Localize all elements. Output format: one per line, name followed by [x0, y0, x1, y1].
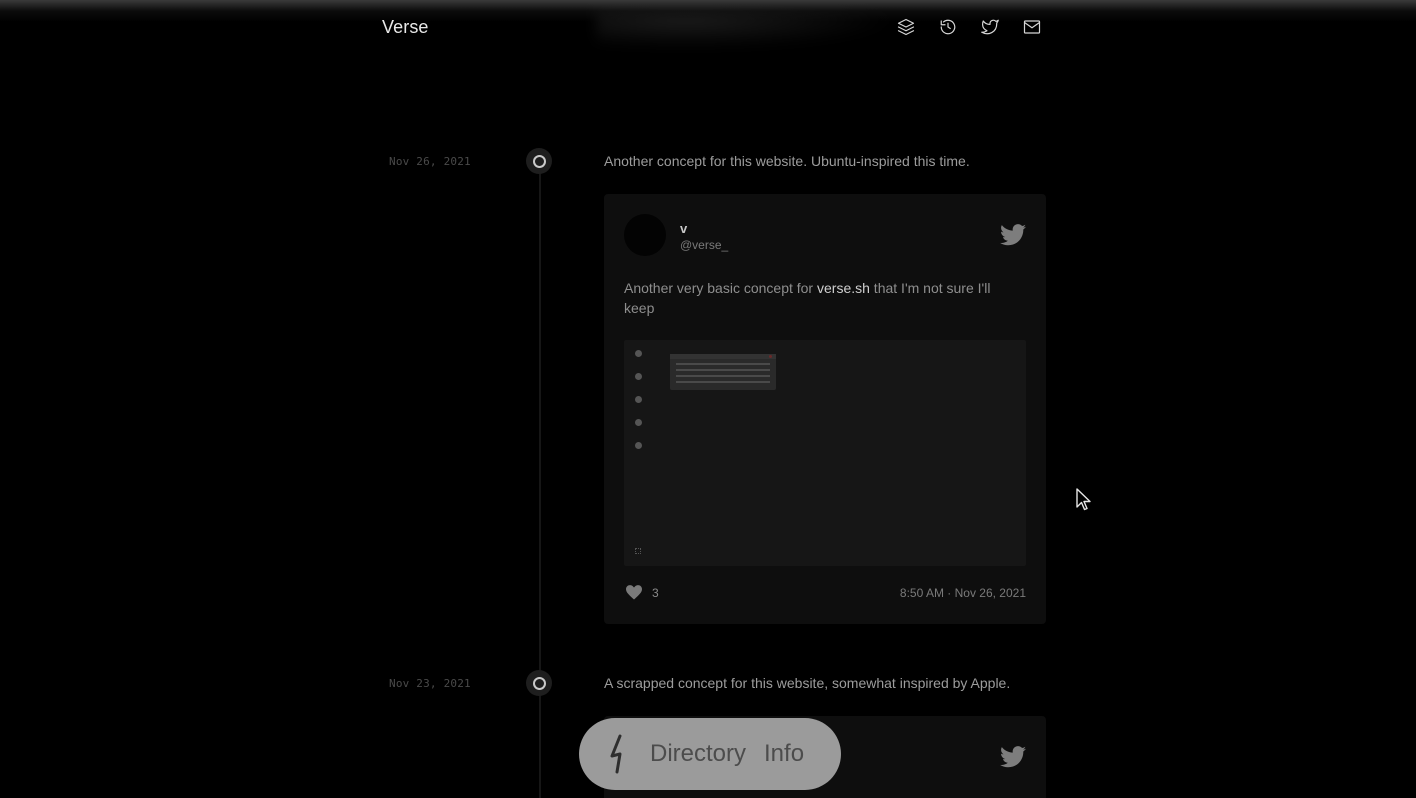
like-button[interactable]: 3: [626, 585, 659, 600]
timeline-node: [526, 670, 552, 696]
entry-description: Another concept for this website. Ubuntu…: [604, 153, 970, 169]
timeline-line: [539, 161, 541, 798]
entry-description: A scrapped concept for this website, som…: [604, 675, 1011, 691]
directory-link[interactable]: Directory: [650, 740, 746, 768]
tweet-card[interactable]: v @verse_ Another very basic concept for…: [604, 194, 1046, 624]
history-icon[interactable]: [938, 17, 958, 37]
info-link[interactable]: Info: [764, 740, 804, 768]
page: Verse Nov 26, 2021 Another concept for t…: [0, 0, 1416, 798]
concept-sidebar: [633, 350, 645, 465]
twitter-bird-icon[interactable]: [1000, 224, 1026, 246]
heart-icon: [626, 585, 642, 600]
entry-date: Nov 23, 2021: [389, 677, 471, 690]
header-nav: [896, 17, 1042, 37]
tweet-image[interactable]: [624, 340, 1026, 566]
tweet-body: Another very basic concept for verse.sh …: [624, 278, 1024, 318]
tweet-link[interactable]: verse.sh: [817, 280, 870, 296]
twitter-icon[interactable]: [980, 17, 1000, 37]
floating-dock: Directory Info: [579, 718, 841, 790]
tweet-timestamp[interactable]: 8:50 AM · Nov 26, 2021: [900, 586, 1026, 600]
mouse-cursor-icon: [1076, 488, 1092, 512]
lightning-bolt-icon[interactable]: [606, 734, 632, 774]
concept-grid-icon: [635, 548, 641, 554]
concept-window: [670, 354, 776, 390]
mail-icon[interactable]: [1022, 17, 1042, 37]
site-header: Verse: [382, 14, 1042, 42]
like-count: 3: [652, 585, 659, 600]
brand-logo[interactable]: Verse: [382, 17, 429, 38]
twitter-bird-icon[interactable]: [1000, 746, 1026, 768]
tweet-author-handle[interactable]: @verse_: [680, 238, 728, 252]
tweet-text-before: Another very basic concept for: [624, 280, 817, 296]
entry-date: Nov 26, 2021: [389, 155, 471, 168]
tweet-author-name[interactable]: v: [680, 221, 687, 236]
avatar[interactable]: [624, 214, 666, 256]
layers-icon[interactable]: [896, 17, 916, 37]
timeline-node: [526, 148, 552, 174]
